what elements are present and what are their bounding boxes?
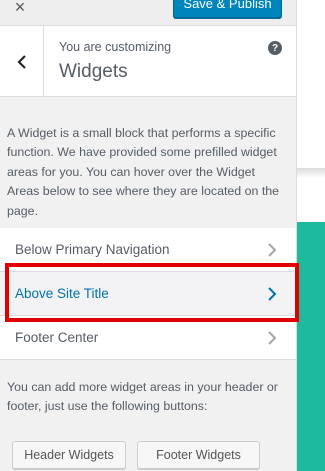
widget-area-label: Above Site Title	[15, 286, 109, 301]
widget-area-label: Footer Center	[15, 330, 99, 345]
widget-area-label: Below Primary Navigation	[15, 242, 170, 257]
widget-area-above-site-title[interactable]: Above Site Title	[0, 272, 296, 316]
save-publish-button[interactable]: Save & Publish	[173, 0, 282, 18]
section-header: You are customizing Widgets ?	[0, 26, 296, 97]
close-symbol: ×	[14, 0, 26, 17]
widget-area-list: Below Primary Navigation Above Site Titl…	[0, 228, 296, 360]
chevron-left-icon	[16, 54, 26, 69]
add-widget-areas-text: You can add more widget areas in your he…	[7, 380, 278, 414]
header-widgets-button[interactable]: Header Widgets	[12, 441, 126, 469]
customizer-panel: × Save & Publish You are customizing Wid…	[0, 0, 297, 471]
section-title: Widgets	[59, 61, 128, 82]
widget-area-below-primary-navigation[interactable]: Below Primary Navigation	[0, 228, 296, 272]
widget-description: A Widget is a small block that performs …	[7, 126, 280, 218]
chevron-right-icon	[268, 287, 277, 301]
panel-header: × Save & Publish	[0, 0, 296, 26]
close-icon[interactable]: ×	[0, 0, 40, 26]
chevron-right-icon	[268, 243, 277, 257]
back-button[interactable]	[0, 26, 44, 97]
preview-divider	[297, 168, 325, 178]
widget-area-footer-center[interactable]: Footer Center	[0, 316, 296, 360]
preview-teal-block	[297, 222, 325, 471]
footer-widgets-button[interactable]: Footer Widgets	[137, 441, 260, 469]
chevron-right-icon	[268, 331, 277, 345]
customizing-label: You are customizing	[59, 40, 172, 54]
help-icon[interactable]: ?	[268, 41, 282, 55]
